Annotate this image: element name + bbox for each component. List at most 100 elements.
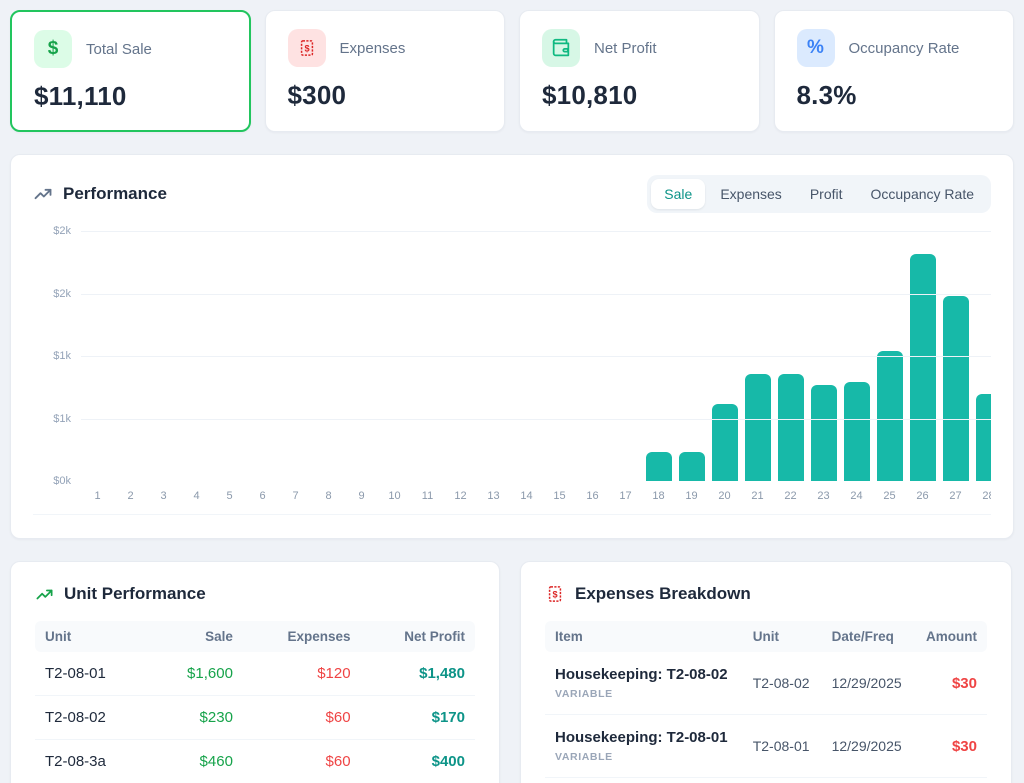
bar-day-28[interactable]	[976, 394, 992, 482]
receipt-icon: $	[288, 29, 326, 67]
amount-cell: $30	[914, 652, 987, 715]
wallet-icon	[542, 29, 580, 67]
svg-text:$: $	[304, 44, 309, 54]
performance-title-text: Performance	[63, 184, 167, 204]
chart-x-labels: 1234567891011121314151617181920212223242…	[81, 490, 991, 502]
stat-cards-row: $ Total Sale $11,110 $ Expenses $300	[10, 10, 1014, 132]
column-header: Item	[545, 621, 743, 652]
table-row: T2-08-02$230$60$170	[35, 696, 475, 740]
x-tick-label: 26	[906, 490, 939, 502]
column-header: Unit	[35, 621, 150, 652]
stat-card-occupancy-rate[interactable]: % Occupancy Rate 8.3%	[774, 10, 1015, 132]
x-tick-label: 11	[411, 490, 444, 502]
performance-card: Performance SaleExpensesProfitOccupancy …	[10, 154, 1014, 539]
bar-day-22[interactable]	[778, 374, 804, 482]
expenses-breakdown-title: $ Expenses Breakdown	[545, 584, 987, 604]
x-tick-label: 9	[345, 490, 378, 502]
trending-up-icon	[33, 184, 53, 204]
expenses-cell: $60	[243, 696, 361, 740]
y-tick-label: $1k	[53, 413, 71, 425]
sale-cell: $1,600	[150, 652, 243, 696]
expenses-breakdown-card: $ Expenses Breakdown ItemUnitDate/FreqAm…	[520, 561, 1012, 783]
unit-cell: T2-08-01	[743, 715, 822, 778]
unit-cell: T2-08-01	[35, 652, 150, 696]
x-tick-label: 4	[180, 490, 213, 502]
tab-expenses[interactable]: Expenses	[707, 179, 794, 209]
column-header: Amount	[914, 621, 987, 652]
bottom-row: Unit Performance UnitSaleExpensesNet Pro…	[10, 561, 1014, 783]
x-tick-label: 7	[279, 490, 312, 502]
item-name: Housekeeping: T2-08-01	[555, 729, 733, 746]
sale-cell: $230	[150, 696, 243, 740]
bar-day-21[interactable]	[745, 374, 771, 482]
y-tick-label: $2k	[53, 288, 71, 300]
amount-cell: $30	[914, 715, 987, 778]
x-tick-label: 21	[741, 490, 774, 502]
column-header: Date/Freq	[822, 621, 914, 652]
bar-day-19[interactable]	[679, 452, 705, 481]
y-tick-label: $0k	[53, 475, 71, 487]
table-row: T2-08-3a$460$60$400	[35, 740, 475, 783]
x-tick-label: 24	[840, 490, 873, 502]
bar-day-23[interactable]	[811, 385, 837, 481]
tab-profit[interactable]: Profit	[797, 179, 856, 209]
tab-sale[interactable]: Sale	[651, 179, 705, 209]
x-tick-label: 8	[312, 490, 345, 502]
table-row: Housekeeping: T2-08-01VARIABLET2-08-0112…	[545, 715, 987, 778]
y-tick-label: $1k	[53, 350, 71, 362]
x-tick-label: 5	[213, 490, 246, 502]
unit-table-body: T2-08-01$1,600$120$1,480T2-08-02$230$60$…	[35, 652, 475, 783]
net-profit-cell: $400	[361, 740, 475, 783]
bar-day-24[interactable]	[844, 382, 870, 481]
item-name: Housekeeping: T2-08-02	[555, 666, 733, 683]
stat-value: $10,810	[542, 80, 737, 111]
stat-card-net-profit[interactable]: Net Profit $10,810	[519, 10, 760, 132]
tab-occupancy-rate[interactable]: Occupancy Rate	[858, 179, 988, 209]
x-tick-label: 13	[477, 490, 510, 502]
dollar-icon: $	[34, 30, 72, 68]
x-tick-label: 19	[675, 490, 708, 502]
expenses-table-header: ItemUnitDate/FreqAmount	[545, 621, 987, 652]
svg-text:$: $	[552, 590, 557, 600]
expenses-breakdown-title-text: Expenses Breakdown	[575, 584, 751, 604]
bar-chart: $2k$2k$1k$1k$0k 123456789101112131415161…	[33, 231, 991, 515]
table-row: T2-08-01$1,600$120$1,480	[35, 652, 475, 696]
item-cell: Housekeeping: T2-08-02 VARIABLE	[545, 652, 743, 715]
chart-y-axis: $2k$2k$1k$1k$0k	[33, 231, 81, 481]
column-header: Expenses	[243, 621, 361, 652]
x-tick-label: 25	[873, 490, 906, 502]
sale-cell: $460	[150, 740, 243, 783]
percent-icon: %	[797, 29, 835, 67]
x-tick-label: 28	[972, 490, 991, 502]
gridline	[81, 294, 991, 295]
stat-card-total-sale[interactable]: $ Total Sale $11,110	[10, 10, 251, 132]
x-tick-label: 17	[609, 490, 642, 502]
receipt-icon: $	[545, 584, 565, 604]
stat-value: 8.3%	[797, 80, 992, 111]
x-tick-label: 22	[774, 490, 807, 502]
x-tick-label: 27	[939, 490, 972, 502]
stat-label: Occupancy Rate	[849, 40, 960, 57]
x-tick-label: 18	[642, 490, 675, 502]
x-tick-label: 3	[147, 490, 180, 502]
x-tick-label: 10	[378, 490, 411, 502]
unit-cell: T2-08-02	[35, 696, 150, 740]
bar-day-26[interactable]	[910, 254, 936, 482]
stat-value: $11,110	[34, 81, 227, 112]
bar-day-25[interactable]	[877, 351, 903, 481]
x-tick-label: 6	[246, 490, 279, 502]
performance-tabs: SaleExpensesProfitOccupancy Rate	[647, 175, 991, 213]
unit-cell: T2-08-3a	[35, 740, 150, 783]
bar-day-18[interactable]	[646, 452, 672, 481]
item-tag: VARIABLE	[555, 688, 733, 700]
stat-card-expenses[interactable]: $ Expenses $300	[265, 10, 506, 132]
net-profit-cell: $1,480	[361, 652, 475, 696]
x-tick-label: 20	[708, 490, 741, 502]
x-tick-label: 14	[510, 490, 543, 502]
x-tick-label: 1	[81, 490, 114, 502]
bar-day-27[interactable]	[943, 296, 969, 481]
x-tick-label: 12	[444, 490, 477, 502]
expenses-cell: $60	[243, 740, 361, 783]
unit-table-header: UnitSaleExpensesNet Profit	[35, 621, 475, 652]
bar-day-20[interactable]	[712, 404, 738, 482]
